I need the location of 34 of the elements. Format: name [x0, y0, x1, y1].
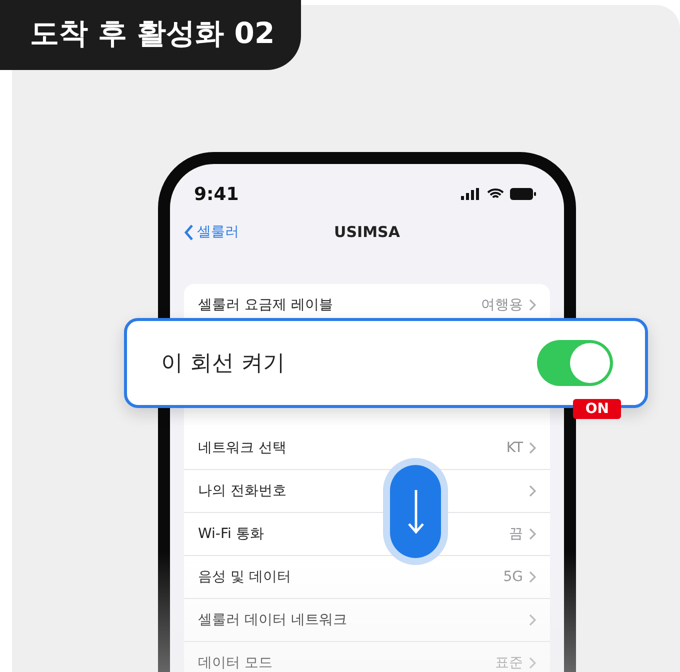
row-label: 나의 전화번호 [198, 482, 286, 500]
row-value: 5G [503, 569, 523, 585]
back-link[interactable]: 셀룰러 [184, 223, 239, 241]
chevron-right-icon [529, 657, 536, 669]
row-value: 표준 [495, 654, 523, 672]
settings-row[interactable]: 데이터 모드 표준 [184, 642, 550, 672]
chevron-right-icon [529, 442, 536, 454]
nav-title: USIMSA [334, 223, 400, 241]
arrow-down-icon [406, 488, 424, 534]
status-time: 9:41 [194, 184, 239, 204]
signal-icon [461, 188, 481, 200]
settings-row[interactable]: 셀룰러 데이터 네트워크 [184, 599, 550, 642]
toggle-switch[interactable] [537, 340, 613, 386]
row-value: KT [506, 440, 523, 456]
chevron-right-icon [529, 614, 536, 626]
wifi-icon [487, 188, 504, 200]
chevron-right-icon [529, 485, 536, 497]
row-label: 네트워크 선택 [198, 439, 286, 457]
on-tag: ON [573, 399, 621, 419]
chevron-right-icon [529, 528, 536, 540]
chevron-right-icon [529, 571, 536, 583]
chevron-left-icon [184, 224, 194, 240]
row-label: 셀룰러 요금제 레이블 [198, 296, 333, 314]
chevron-right-icon [529, 299, 536, 311]
battery-icon [510, 188, 536, 200]
row-label: 셀룰러 데이터 네트워크 [198, 611, 347, 629]
row-value: 여행용 [481, 296, 523, 314]
row-label: 음성 및 데이터 [198, 568, 291, 586]
row-label: 데이터 모드 [198, 654, 272, 672]
row-value: 끔 [509, 525, 523, 543]
row-label: Wi-Fi 통화 [198, 525, 264, 543]
step-title: 도착 후 활성화 02 [0, 0, 301, 70]
toggle-label: 이 회선 켜기 [161, 350, 285, 378]
back-label[interactable]: 셀룰러 [197, 223, 239, 241]
